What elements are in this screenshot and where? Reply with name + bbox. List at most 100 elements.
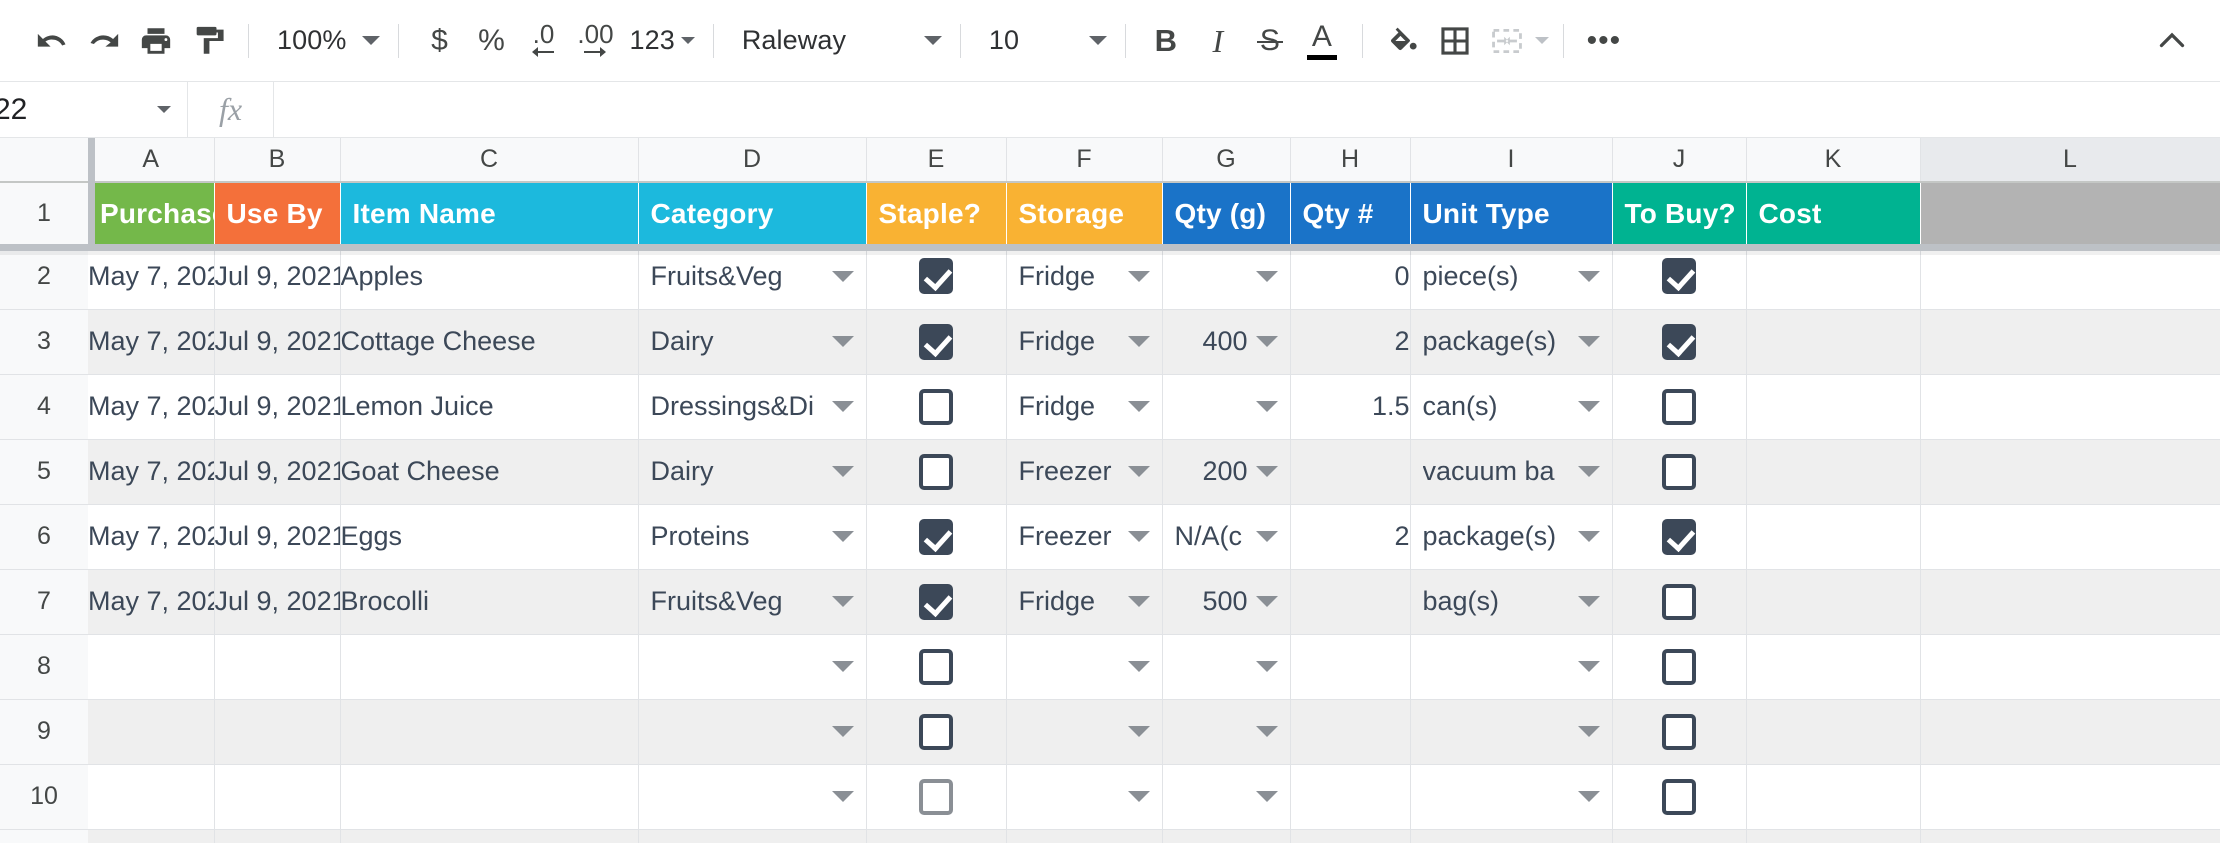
column-header-d[interactable]: D xyxy=(638,138,866,182)
cell-storage[interactable]: Fridge xyxy=(1006,374,1162,439)
select-all-corner[interactable] xyxy=(0,138,88,182)
storage-dropdown[interactable]: Fridge xyxy=(1007,375,1162,439)
dropdown-arrow-icon[interactable] xyxy=(1578,401,1600,412)
increase-decimal-button[interactable]: .00 xyxy=(569,15,621,67)
cell-unit-type[interactable]: piece(s) xyxy=(1410,244,1612,309)
cell-qty-g[interactable]: 400 xyxy=(1162,309,1290,374)
zoom-selector[interactable]: 100% xyxy=(263,15,384,67)
dropdown-arrow-icon[interactable] xyxy=(1578,531,1600,542)
font-family-selector[interactable]: Raleway xyxy=(728,15,946,67)
cell-cost[interactable] xyxy=(1746,504,1920,569)
dropdown-arrow-icon[interactable] xyxy=(1256,271,1278,282)
cell-qty-g[interactable] xyxy=(1162,244,1290,309)
row-number-1[interactable]: 1 xyxy=(0,182,88,244)
cell-staple[interactable] xyxy=(866,829,1006,843)
cell-use-by[interactable] xyxy=(214,634,340,699)
category-dropdown[interactable] xyxy=(639,635,866,699)
cell-unit-type[interactable]: package(s) xyxy=(1410,504,1612,569)
column-header-b[interactable]: B xyxy=(214,138,340,182)
chevron-down-icon[interactable] xyxy=(157,106,171,113)
undo-button[interactable] xyxy=(26,15,78,67)
cell-use-by[interactable] xyxy=(214,764,340,829)
dropdown-arrow-icon[interactable] xyxy=(832,726,854,737)
cell-staple[interactable] xyxy=(866,374,1006,439)
cell-purchased[interactable]: May 7, 2021 xyxy=(88,244,214,309)
dropdown-arrow-icon[interactable] xyxy=(832,661,854,672)
storage-dropdown[interactable]: Fridge xyxy=(1007,244,1162,309)
cell-staple[interactable] xyxy=(866,764,1006,829)
to-buy-checkbox[interactable] xyxy=(1662,779,1696,815)
row-number-11[interactable]: 11 xyxy=(0,829,88,843)
category-dropdown[interactable] xyxy=(639,765,866,829)
storage-dropdown[interactable] xyxy=(1007,830,1162,844)
cell-qty-number[interactable]: 0 xyxy=(1290,244,1410,309)
cell-use-by[interactable]: Jul 9, 2021 xyxy=(214,309,340,374)
cell-to-buy[interactable] xyxy=(1612,634,1746,699)
cell-item-name[interactable]: Cottage Cheese xyxy=(340,309,638,374)
cell-qty-number[interactable] xyxy=(1290,764,1410,829)
category-dropdown[interactable]: Dressings&Di xyxy=(639,375,866,439)
cell-item-name[interactable] xyxy=(340,634,638,699)
qty-g-dropdown[interactable]: 400 xyxy=(1163,310,1290,374)
cell-unit-type[interactable] xyxy=(1410,699,1612,764)
cell-qty-number[interactable]: 2 xyxy=(1290,504,1410,569)
staple-checkbox[interactable] xyxy=(919,454,953,490)
column-header-j[interactable]: J xyxy=(1612,138,1746,182)
row-number-7[interactable]: 7 xyxy=(0,569,88,634)
row-number-5[interactable]: 5 xyxy=(0,439,88,504)
cell-staple[interactable] xyxy=(866,244,1006,309)
cell-use-by[interactable] xyxy=(214,699,340,764)
dropdown-arrow-icon[interactable] xyxy=(1128,271,1150,282)
staple-checkbox[interactable] xyxy=(919,779,953,815)
cell-purchased[interactable]: May 7, 2021 xyxy=(88,374,214,439)
cell-use-by[interactable]: Jul 9, 2021 xyxy=(214,374,340,439)
column-title-unit-type[interactable]: Unit Type xyxy=(1410,182,1612,244)
dropdown-arrow-icon[interactable] xyxy=(1578,726,1600,737)
dropdown-arrow-icon[interactable] xyxy=(1128,466,1150,477)
cell-unit-type[interactable]: bag(s) xyxy=(1410,569,1612,634)
cell-qty-g[interactable] xyxy=(1162,699,1290,764)
cell-use-by[interactable] xyxy=(214,829,340,843)
spreadsheet-grid[interactable]: ABCDEFGHIJKL 1PurchasedUse ByItem NameCa… xyxy=(0,138,2220,843)
unit-type-dropdown[interactable] xyxy=(1411,765,1612,829)
redo-button[interactable] xyxy=(78,15,130,67)
cell-unit-type[interactable] xyxy=(1410,634,1612,699)
column-title-to-buy[interactable]: To Buy? xyxy=(1612,182,1746,244)
dropdown-arrow-icon[interactable] xyxy=(1256,401,1278,412)
column-header-c[interactable]: C xyxy=(340,138,638,182)
cell-category[interactable]: Fruits&Veg xyxy=(638,569,866,634)
unit-type-dropdown[interactable]: bag(s) xyxy=(1411,570,1612,634)
unit-type-dropdown[interactable]: can(s) xyxy=(1411,375,1612,439)
cell-storage[interactable]: Fridge xyxy=(1006,569,1162,634)
cell-qty-number[interactable] xyxy=(1290,829,1410,843)
cell-qty-number[interactable]: 2 xyxy=(1290,309,1410,374)
column-header-i[interactable]: I xyxy=(1410,138,1612,182)
qty-g-dropdown[interactable] xyxy=(1163,244,1290,309)
cell-category[interactable]: Dairy xyxy=(638,309,866,374)
cell-qty-number[interactable] xyxy=(1290,699,1410,764)
storage-dropdown[interactable] xyxy=(1007,765,1162,829)
dropdown-arrow-icon[interactable] xyxy=(1256,336,1278,347)
cell-use-by[interactable]: Jul 9, 2021 xyxy=(214,504,340,569)
category-dropdown[interactable] xyxy=(639,700,866,764)
dropdown-arrow-icon[interactable] xyxy=(1256,531,1278,542)
cell-staple[interactable] xyxy=(866,439,1006,504)
cell-unit-type[interactable] xyxy=(1410,829,1612,843)
unit-type-dropdown[interactable] xyxy=(1411,830,1612,844)
cell-item-name[interactable]: Lemon Juice xyxy=(340,374,638,439)
paint-format-button[interactable] xyxy=(182,15,234,67)
unit-type-dropdown[interactable]: package(s) xyxy=(1411,505,1612,569)
cell-qty-number[interactable]: 1.5 xyxy=(1290,374,1410,439)
column-title-storage[interactable]: Storage xyxy=(1006,182,1162,244)
cell-item-name[interactable]: Brocolli xyxy=(340,569,638,634)
cell-empty-l[interactable] xyxy=(1920,764,2220,829)
cell-category[interactable] xyxy=(638,829,866,843)
cell-cost[interactable] xyxy=(1746,374,1920,439)
cell-purchased[interactable] xyxy=(88,764,214,829)
cell-to-buy[interactable] xyxy=(1612,439,1746,504)
cell-to-buy[interactable] xyxy=(1612,764,1746,829)
storage-dropdown[interactable]: Freezer xyxy=(1007,440,1162,504)
cell-empty-l[interactable] xyxy=(1920,569,2220,634)
cell-item-name[interactable]: Eggs xyxy=(340,504,638,569)
to-buy-checkbox[interactable] xyxy=(1662,714,1696,750)
